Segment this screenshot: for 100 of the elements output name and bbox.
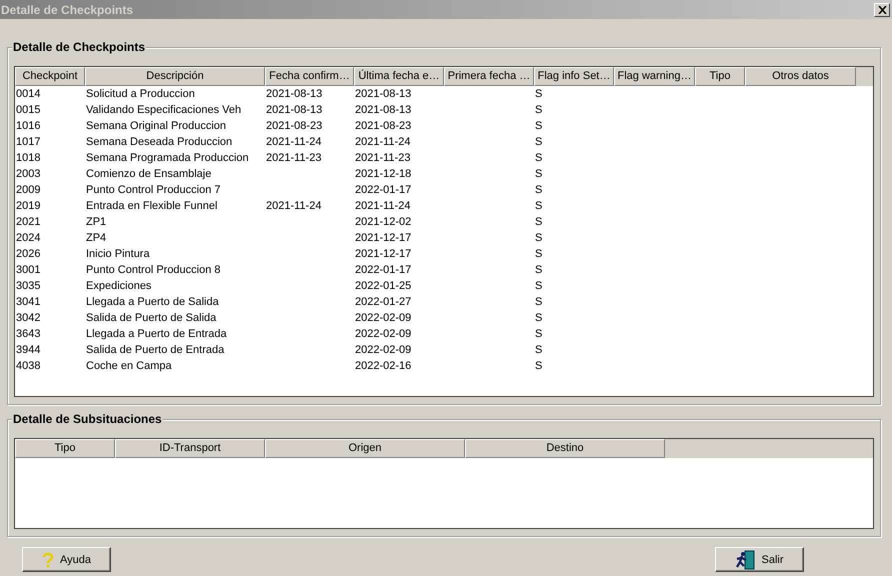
table-cell: 2021-11-23	[355, 152, 410, 164]
table-cell: Salida de Puerto de Salida	[86, 312, 216, 324]
table-cell: Semana Deseada Produccion	[86, 136, 232, 148]
table-cell: 2021-12-02	[355, 216, 412, 228]
table-cell: 3041	[16, 296, 40, 308]
group-title: Detalle de Subsituaciones	[12, 412, 163, 426]
table-cell: 2022-01-27	[355, 296, 412, 308]
table-cell: S	[535, 104, 542, 116]
table-cell: S	[535, 344, 542, 356]
table-cell: Expediciones	[86, 280, 152, 292]
table-cell: 4038	[16, 360, 40, 372]
table-cell: 2024	[16, 232, 40, 244]
table-cell: 2022-01-17	[355, 184, 412, 196]
column-header[interactable]: Checkpoint	[15, 67, 85, 86]
column-header[interactable]: Origen	[265, 439, 465, 458]
table-cell: Llegada a Puerto de Entrada	[86, 328, 227, 340]
close-icon	[878, 6, 886, 14]
column-header[interactable]: Descripción	[85, 67, 265, 86]
table-cell: 1018	[16, 152, 40, 164]
table-cell: Entrada en Flexible Funnel	[86, 200, 218, 212]
table-cell: 3944	[16, 344, 40, 356]
table-cell: S	[535, 184, 542, 196]
table-cell: Solicitud a Produccion	[86, 88, 195, 100]
table-cell: 3643	[16, 328, 40, 340]
table-cell: Semana Original Produccion	[86, 120, 226, 132]
table-cell: 2021-08-13	[355, 88, 412, 100]
column-header[interactable]: Última fecha e…	[354, 67, 444, 86]
exit-door-icon	[735, 550, 756, 570]
table-cell: 1017	[16, 136, 40, 148]
table-cell: Punto Control Produccion 8	[86, 264, 221, 276]
column-header[interactable]: Destino	[465, 439, 665, 458]
table-cell: 2021-12-18	[355, 168, 412, 180]
help-icon	[42, 552, 54, 568]
table-cell: Validando Especificaciones Veh	[86, 104, 242, 116]
window-title: Detalle de Checkpoints	[1, 2, 134, 16]
column-header[interactable]: Flag warning…	[614, 67, 695, 86]
column-header[interactable]: ID-Transport	[115, 439, 265, 458]
group-title: Detalle de Checkpoints	[12, 40, 146, 54]
column-header[interactable]: Otros datos	[745, 67, 856, 86]
table-cell: 2021-11-23	[266, 152, 322, 164]
table-cell: S	[535, 136, 542, 148]
table-cell: 2022-01-25	[355, 280, 412, 292]
table-cell: Semana Programada Produccion	[86, 152, 249, 164]
table-cell: ZP1	[86, 216, 106, 228]
column-header[interactable]: Tipo	[695, 67, 745, 86]
table-cell: 3035	[16, 280, 40, 292]
table-cell: 2021-11-24	[355, 136, 410, 148]
table-cell: S	[535, 120, 542, 132]
table-cell: 0014	[16, 88, 40, 100]
table-cell: 2022-02-16	[355, 360, 412, 372]
table-cell: 2021-11-24	[266, 200, 322, 212]
table-cell: S	[535, 152, 542, 164]
table-cell: 2021-11-24	[266, 136, 322, 148]
table-cell: Llegada a Puerto de Salida	[86, 296, 219, 308]
column-header[interactable]: Flag info Set…	[534, 67, 614, 86]
table-cell: 2021-12-17	[355, 232, 412, 244]
table-cell: S	[535, 312, 542, 324]
table-cell: S	[535, 200, 542, 212]
table-cell: 2021-08-23	[266, 120, 322, 132]
table-cell: Punto Control Produccion 7	[86, 184, 221, 196]
column-header[interactable]: Primera fecha …	[444, 67, 534, 86]
table-cell: 3001	[16, 264, 40, 276]
table-cell: 2021-11-24	[355, 200, 410, 212]
table-cell: 2026	[16, 248, 40, 260]
close-button[interactable]	[874, 2, 890, 16]
table-cell: 2021-12-17	[355, 248, 412, 260]
table-cell: 2021-08-13	[266, 104, 322, 116]
help-button[interactable]: Ayuda	[22, 547, 111, 572]
table-cell: Comienzo de Ensamblaje	[86, 168, 212, 180]
table-cell: S	[535, 328, 542, 340]
column-header[interactable]: Fecha confirm…	[265, 67, 354, 86]
table-cell: 3042	[16, 312, 40, 324]
table-cell: 1016	[16, 120, 40, 132]
table-cell: 2021-08-13	[355, 104, 412, 116]
table-cell: S	[535, 264, 542, 276]
table-cell: 2022-02-09	[355, 312, 412, 324]
table-cell: Inicio Pintura	[86, 248, 150, 260]
table-cell: 2022-02-09	[355, 344, 412, 356]
table-cell: 2021-08-13	[266, 88, 322, 100]
table-cell: S	[535, 360, 542, 372]
table-cell: 0015	[16, 104, 40, 116]
exit-button[interactable]: Salir	[715, 547, 804, 572]
table-cell: 2009	[16, 184, 40, 196]
table-cell: 2022-02-09	[355, 328, 412, 340]
table-cell: S	[535, 280, 542, 292]
table-cell: 2019	[16, 200, 40, 212]
column-header[interactable]: Tipo	[15, 439, 115, 458]
table-cell: 2021-08-23	[355, 120, 412, 132]
table-cell: S	[535, 168, 542, 180]
table-cell: Salida de Puerto de Entrada	[86, 344, 224, 356]
table-cell: ZP4	[86, 232, 106, 244]
table-cell: 2021	[16, 216, 40, 228]
table-cell: S	[535, 216, 542, 228]
table-cell: Coche en Campa	[86, 360, 172, 372]
table-cell: 2022-01-17	[355, 264, 412, 276]
table-cell: 2003	[16, 168, 40, 180]
table-cell: S	[535, 248, 542, 260]
table-cell: S	[535, 232, 542, 244]
table-cell: S	[535, 296, 542, 308]
table-cell: S	[535, 88, 542, 100]
